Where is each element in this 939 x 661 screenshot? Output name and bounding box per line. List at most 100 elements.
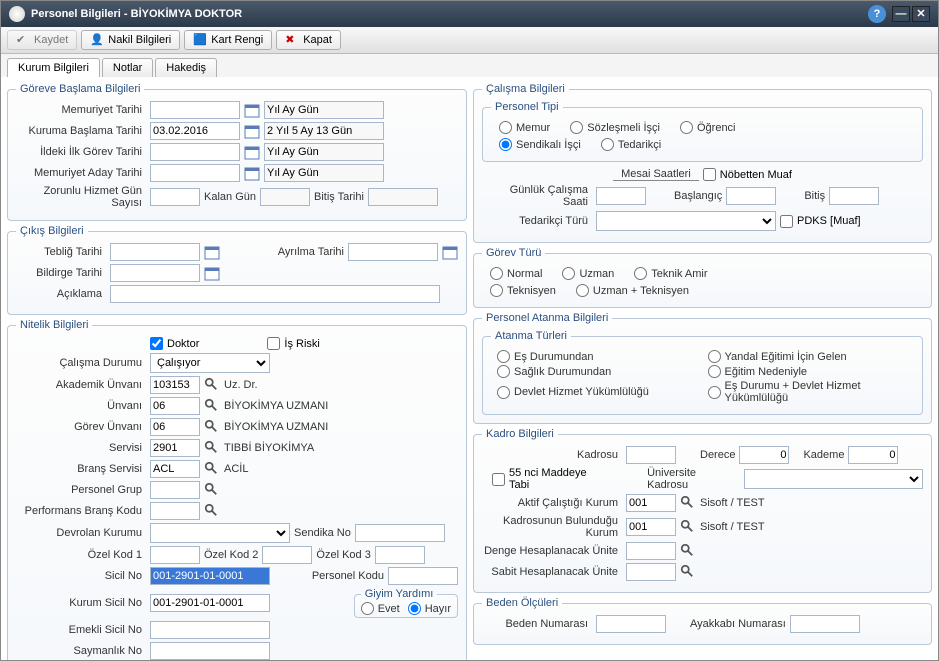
- akademik-unvani-code-input[interactable]: [150, 376, 200, 394]
- devlet-radio[interactable]: [497, 386, 510, 399]
- giyim-evet-radio[interactable]: [361, 602, 374, 615]
- gunluk-calisma-input[interactable]: [596, 187, 646, 205]
- tedarikci-radio[interactable]: [601, 138, 614, 151]
- personel-kodu-input[interactable]: [388, 567, 458, 585]
- uzman-radio[interactable]: [562, 267, 575, 280]
- brans-servisi-code-input[interactable]: [150, 460, 200, 478]
- ozel1-input[interactable]: [150, 546, 200, 564]
- search-icon[interactable]: [680, 495, 696, 511]
- nobetten-muaf-checkbox[interactable]: [703, 168, 716, 181]
- ildeki-ilk-input[interactable]: [150, 143, 240, 161]
- save-button: ✔ Kaydet: [7, 30, 77, 50]
- sicil-label: Sicil No: [16, 570, 146, 582]
- teknik-amir-radio[interactable]: [634, 267, 647, 280]
- sendika-input[interactable]: [355, 524, 445, 542]
- ogrenci-radio[interactable]: [680, 121, 693, 134]
- sicil-input[interactable]: [150, 567, 270, 585]
- baslangic-input[interactable]: [726, 187, 776, 205]
- search-icon[interactable]: [204, 377, 220, 393]
- brans-servisi-label: Branş Servisi: [16, 463, 146, 475]
- kuruma-baslama-input[interactable]: [150, 122, 240, 140]
- calendar-icon[interactable]: [244, 165, 260, 181]
- memuriyet-tarihi-input[interactable]: [150, 101, 240, 119]
- yandal-radio[interactable]: [708, 350, 721, 363]
- devrolan-select[interactable]: [150, 523, 290, 543]
- teblig-label: Tebliğ Tarihi: [16, 246, 106, 258]
- search-icon[interactable]: [204, 398, 220, 414]
- servisi-code-input[interactable]: [150, 439, 200, 457]
- aktif-kurum-code-input[interactable]: [626, 494, 676, 512]
- kuruma-baslama-duration: [264, 122, 384, 140]
- search-icon[interactable]: [204, 440, 220, 456]
- pdks-muaf-checkbox[interactable]: [780, 215, 793, 228]
- denge-unite-input[interactable]: [626, 542, 676, 560]
- tab-hakedis[interactable]: Hakediş: [155, 58, 217, 77]
- main-window: Personel Bilgileri - BİYOKİMYA DOKTOR ? …: [0, 0, 939, 661]
- search-icon[interactable]: [204, 419, 220, 435]
- kurum-sicil-input[interactable]: [150, 594, 270, 612]
- search-icon[interactable]: [204, 482, 220, 498]
- zorunlu-hizmet-input[interactable]: [150, 188, 200, 206]
- derece-input[interactable]: [739, 446, 789, 464]
- personel-grup-input[interactable]: [150, 481, 200, 499]
- calendar-icon[interactable]: [204, 265, 220, 281]
- is-riski-checkbox[interactable]: [267, 337, 280, 350]
- perf-brans-input[interactable]: [150, 502, 200, 520]
- teknisyen-radio[interactable]: [490, 284, 503, 297]
- kart-rengi-button[interactable]: 🟦 Kart Rengi: [184, 30, 272, 50]
- bitis-input[interactable]: [829, 187, 879, 205]
- beden-numarasi-input[interactable]: [596, 615, 666, 633]
- calendar-icon[interactable]: [244, 123, 260, 139]
- kademe-input[interactable]: [848, 446, 898, 464]
- saymanlik-input[interactable]: [150, 642, 270, 660]
- ayakkabi-input[interactable]: [790, 615, 860, 633]
- normal-radio[interactable]: [490, 267, 503, 280]
- tab-notlar[interactable]: Notlar: [102, 58, 153, 77]
- saymanlik-label: Saymanlık No: [16, 645, 146, 657]
- ayrilma-input[interactable]: [348, 243, 438, 261]
- ozel3-input[interactable]: [375, 546, 425, 564]
- search-icon[interactable]: [680, 543, 696, 559]
- madde55-checkbox[interactable]: [492, 473, 505, 486]
- aciklama-input[interactable]: [110, 285, 440, 303]
- ozel2-input[interactable]: [262, 546, 312, 564]
- bulundugu-kurum-code-input[interactable]: [626, 518, 676, 536]
- sozlesmeli-radio[interactable]: [570, 121, 583, 134]
- cikis-legend: Çıkış Bilgileri: [16, 225, 88, 237]
- giyim-hayir-radio[interactable]: [408, 602, 421, 615]
- close-window-button[interactable]: ✕: [912, 6, 930, 22]
- doktor-checkbox[interactable]: [150, 337, 163, 350]
- saglik-radio[interactable]: [497, 365, 510, 378]
- close-button[interactable]: ✖ Kapat: [276, 30, 341, 50]
- es-durumu-radio[interactable]: [497, 350, 510, 363]
- memur-radio[interactable]: [499, 121, 512, 134]
- calisma-durumu-select[interactable]: Çalışıyor: [150, 353, 270, 373]
- sendikali-radio[interactable]: [499, 138, 512, 151]
- calendar-icon[interactable]: [244, 102, 260, 118]
- egitim-radio[interactable]: [708, 365, 721, 378]
- emekli-sicil-input[interactable]: [150, 621, 270, 639]
- tab-kurum-bilgileri[interactable]: Kurum Bilgileri: [7, 58, 100, 77]
- help-button[interactable]: ?: [868, 5, 886, 23]
- calendar-icon[interactable]: [204, 244, 220, 260]
- search-icon[interactable]: [680, 519, 696, 535]
- tedarikci-turu-select[interactable]: [596, 211, 776, 231]
- nakil-bilgileri-button[interactable]: 👤 Nakil Bilgileri: [81, 30, 180, 50]
- search-icon[interactable]: [680, 564, 696, 580]
- gorev-unvani-code-input[interactable]: [150, 418, 200, 436]
- sabit-unite-input[interactable]: [626, 563, 676, 581]
- minimize-button[interactable]: —: [892, 6, 910, 22]
- bildirge-input[interactable]: [110, 264, 200, 282]
- unvani-code-input[interactable]: [150, 397, 200, 415]
- kadrosu-input[interactable]: [626, 446, 676, 464]
- search-icon[interactable]: [204, 461, 220, 477]
- uzman-teknisyen-radio[interactable]: [576, 284, 589, 297]
- memuriyet-aday-input[interactable]: [150, 164, 240, 182]
- search-icon[interactable]: [204, 503, 220, 519]
- universite-select[interactable]: [744, 469, 923, 489]
- perf-brans-label: Performans Branş Kodu: [16, 505, 146, 517]
- es-devlet-radio[interactable]: [708, 386, 721, 399]
- teblig-input[interactable]: [110, 243, 200, 261]
- calendar-icon[interactable]: [442, 244, 458, 260]
- calendar-icon[interactable]: [244, 144, 260, 160]
